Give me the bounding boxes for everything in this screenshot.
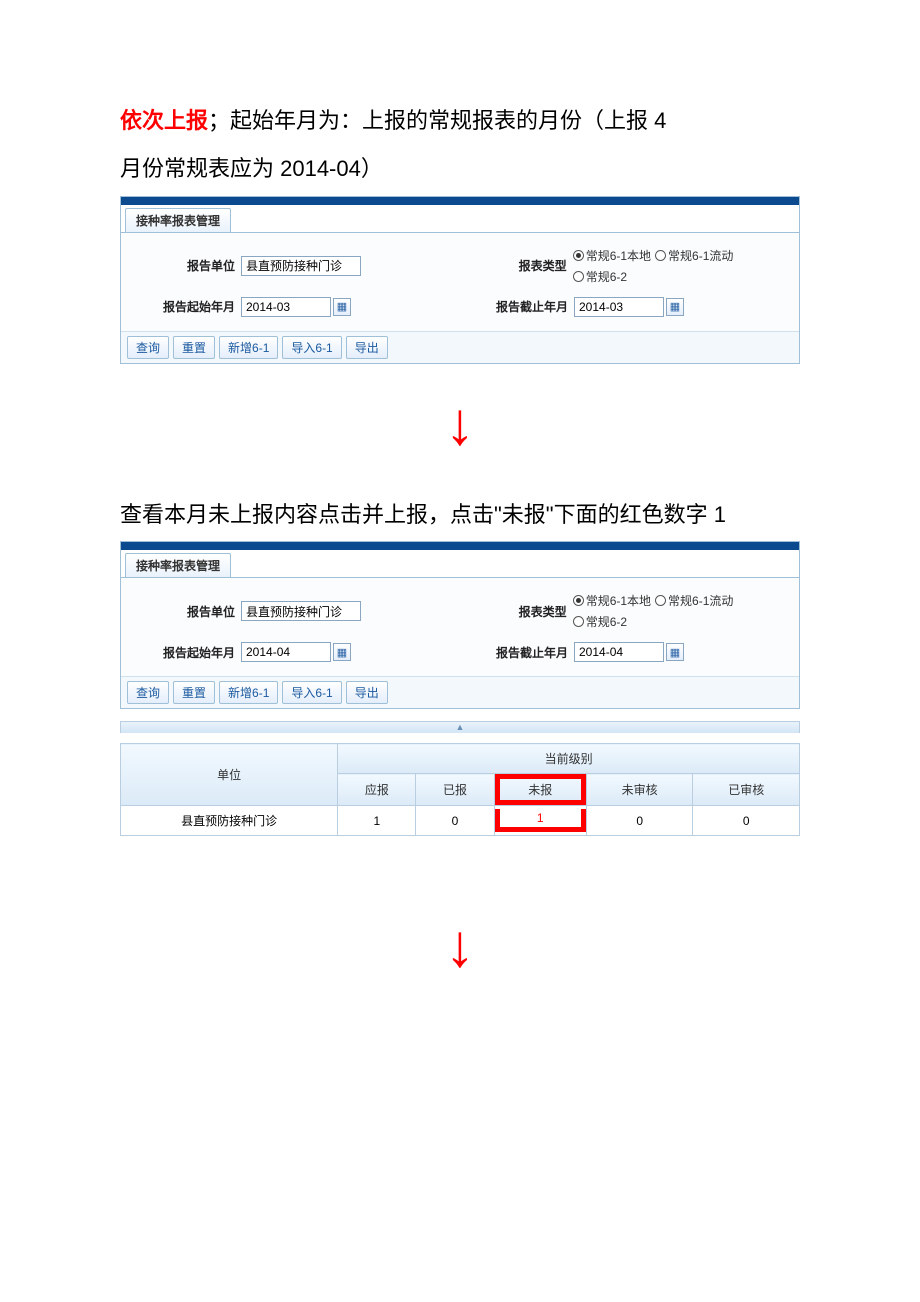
import-61-button[interactable]: 导入6-1: [282, 681, 341, 704]
cell-missing-wrap: 1: [494, 806, 586, 836]
toolbar: 查询 重置 新增6-1 导入6-1 导出: [121, 676, 799, 708]
filter-panel-1: 接种率报表管理 报告单位 报表类型 常规6-1本地 常规6-1流动 常规6-2 …: [120, 196, 800, 364]
cell-reviewed: 0: [693, 806, 800, 836]
label-report-unit: 报告单位: [131, 603, 241, 620]
query-button[interactable]: 查询: [127, 681, 169, 704]
heading-red-part: 依次上报: [120, 108, 208, 133]
form-area: 报告单位 报表类型 常规6-1本地 常规6-1流动 常规6-2 报告起始年月 ▦…: [121, 578, 799, 676]
report-type-radio-group: 常规6-1本地 常规6-1流动 常规6-2: [573, 247, 789, 285]
end-month-input[interactable]: [574, 297, 664, 317]
col-due: 应报: [338, 774, 416, 806]
radio-dot-icon: [655, 250, 666, 261]
radio-type-62[interactable]: 常规6-2: [573, 613, 627, 630]
cell-unreviewed: 0: [586, 806, 693, 836]
result-table: 单位 当前级别 应报 已报 未报 未审核 已审核 县直预防接种门诊 1 0 1 …: [120, 743, 800, 836]
cell-missing-link[interactable]: 1: [537, 811, 544, 825]
radio-dot-icon: [573, 271, 584, 282]
highlight-box: 未报: [495, 774, 586, 805]
heading-rest-1: 起始年月为：上报的常规报表的月份（上报 4: [230, 108, 666, 133]
cell-done: 0: [416, 806, 494, 836]
tab-row: 接种率报表管理: [121, 550, 799, 578]
col-missing: 未报: [528, 783, 552, 797]
query-button[interactable]: 查询: [127, 336, 169, 359]
radio-dot-icon: [573, 595, 584, 606]
col-missing-cell: 未报: [494, 774, 586, 806]
cell-unit: 县直预防接种门诊: [121, 806, 338, 836]
col-unreviewed: 未审核: [586, 774, 693, 806]
mid-instruction-text: 查看本月未上报内容点击并上报，点击"未报"下面的红色数字 1: [120, 494, 800, 536]
instruction-heading: 依次上报；起始年月为：上报的常规报表的月份（上报 4: [120, 100, 800, 142]
import-61-button[interactable]: 导入6-1: [282, 336, 341, 359]
label-start-month: 报告起始年月: [131, 298, 241, 315]
calendar-icon[interactable]: ▦: [333, 643, 351, 661]
radio-type-float[interactable]: 常规6-1流动: [655, 247, 733, 264]
end-month-input[interactable]: [574, 642, 664, 662]
label-report-type: 报表类型: [464, 257, 573, 274]
start-month-input[interactable]: [241, 297, 331, 317]
collapse-handle[interactable]: ▲: [120, 721, 800, 733]
reset-button[interactable]: 重置: [173, 336, 215, 359]
col-done: 已报: [416, 774, 494, 806]
export-button[interactable]: 导出: [346, 336, 388, 359]
label-report-unit: 报告单位: [131, 257, 241, 274]
heading-colon: ；: [208, 108, 230, 133]
calendar-icon[interactable]: ▦: [333, 298, 351, 316]
filter-panel-2: 接种率报表管理 报告单位 报表类型 常规6-1本地 常规6-1流动 常规6-2 …: [120, 541, 800, 709]
add-61-button[interactable]: 新增6-1: [219, 336, 278, 359]
radio-dot-icon: [573, 616, 584, 627]
col-unit: 单位: [121, 744, 338, 806]
radio-type-62[interactable]: 常规6-2: [573, 268, 627, 285]
radio-type-local[interactable]: 常规6-1本地: [573, 247, 651, 264]
tab-report-management[interactable]: 接种率报表管理: [125, 208, 231, 232]
add-61-button[interactable]: 新增6-1: [219, 681, 278, 704]
radio-type-float[interactable]: 常规6-1流动: [655, 592, 733, 609]
start-month-input[interactable]: [241, 642, 331, 662]
highlight-box: 1: [495, 809, 586, 832]
panel-topbar: [121, 542, 799, 550]
table-row: 县直预防接种门诊 1 0 1 0 0: [121, 806, 800, 836]
export-button[interactable]: 导出: [346, 681, 388, 704]
arrow-down-icon: ↓: [120, 394, 800, 454]
label-start-month: 报告起始年月: [131, 644, 241, 661]
report-type-radio-group: 常规6-1本地 常规6-1流动 常规6-2: [573, 592, 789, 630]
label-end-month: 报告截止年月: [464, 298, 574, 315]
radio-dot-icon: [655, 595, 666, 606]
radio-dot-icon: [573, 250, 584, 261]
radio-type-local[interactable]: 常规6-1本地: [573, 592, 651, 609]
panel-topbar: [121, 197, 799, 205]
reset-button[interactable]: 重置: [173, 681, 215, 704]
col-reviewed: 已审核: [693, 774, 800, 806]
report-unit-input[interactable]: [241, 256, 361, 276]
report-unit-input[interactable]: [241, 601, 361, 621]
calendar-icon[interactable]: ▦: [666, 298, 684, 316]
form-area: 报告单位 报表类型 常规6-1本地 常规6-1流动 常规6-2 报告起始年月 ▦…: [121, 233, 799, 331]
arrow-down-icon: ↓: [120, 916, 800, 976]
heading-rest-2: 月份常规表应为 2014-04）: [120, 148, 800, 190]
calendar-icon[interactable]: ▦: [666, 643, 684, 661]
tab-report-management[interactable]: 接种率报表管理: [125, 553, 231, 577]
col-group-current-level: 当前级别: [338, 744, 800, 774]
tab-row: 接种率报表管理: [121, 205, 799, 233]
toolbar: 查询 重置 新增6-1 导入6-1 导出: [121, 331, 799, 363]
label-report-type: 报表类型: [464, 603, 573, 620]
cell-due: 1: [338, 806, 416, 836]
label-end-month: 报告截止年月: [464, 644, 574, 661]
